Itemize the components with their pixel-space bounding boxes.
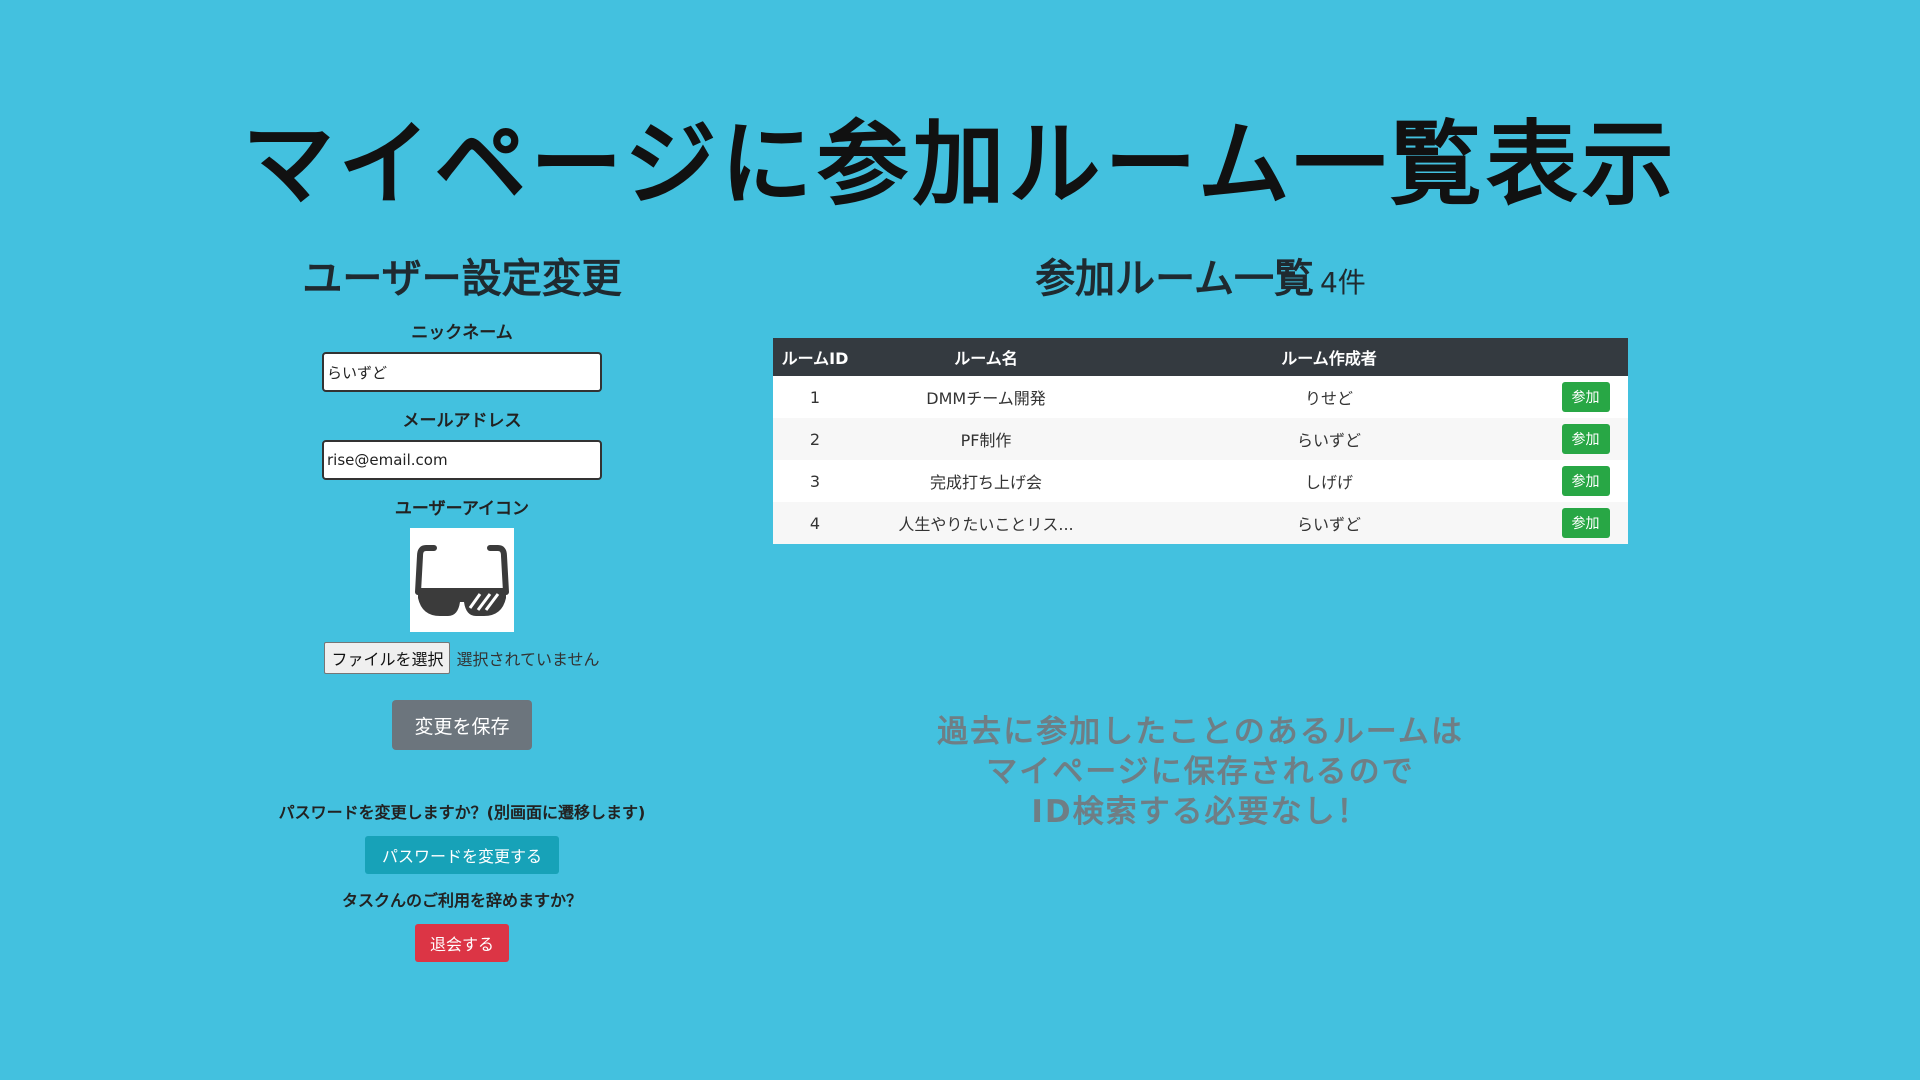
table-row: 4 人生やりたいことリス... らいずど 参加 bbox=[773, 502, 1628, 544]
user-icon-preview bbox=[410, 528, 514, 632]
file-picker: ファイルを選択 選択されていません bbox=[262, 642, 662, 674]
email-label: メールアドレス bbox=[402, 411, 522, 431]
table-row: 1 DMMチーム開発 りせど 参加 bbox=[773, 376, 1628, 418]
quit-question: タスクんのご利用を辞めますか？ bbox=[341, 891, 582, 910]
file-status-text: 選択されていません bbox=[456, 650, 600, 669]
rooms-table-header: ルームID ルーム名 ルーム作成者 bbox=[773, 338, 1628, 376]
join-room-button[interactable]: 参加 bbox=[1561, 466, 1610, 496]
rooms-table: ルームID ルーム名 ルーム作成者 1 DMMチーム開発 りせど 参加 2 PF… bbox=[773, 338, 1628, 544]
room-action-cell: 参加 bbox=[1543, 502, 1628, 544]
joined-rooms-heading: 参加ルーム一覧 4件 bbox=[773, 250, 1628, 312]
column-header-action bbox=[1543, 338, 1628, 376]
column-header-room-name: ルーム名 bbox=[857, 338, 1115, 376]
password-question: パスワードを変更しますか？(別画面に遷移します) bbox=[278, 803, 646, 822]
room-name-cell: 人生やりたいことリス... bbox=[898, 515, 1074, 534]
withdraw-button[interactable]: 退会する bbox=[415, 924, 509, 962]
nickname-label: ニックネーム bbox=[411, 323, 513, 343]
user-icon-label: ユーザーアイコン bbox=[394, 499, 530, 519]
join-room-button[interactable]: 参加 bbox=[1561, 424, 1610, 454]
room-action-cell: 参加 bbox=[1543, 418, 1628, 460]
note-line: ID検索する必要なし！ bbox=[1031, 794, 1370, 830]
room-creator-cell: しげげ bbox=[1304, 473, 1353, 492]
save-changes-button[interactable]: 変更を保存 bbox=[392, 700, 532, 750]
room-name-cell: DMMチーム開発 bbox=[926, 389, 1046, 408]
user-settings-panel: ユーザー設定変更 ニックネーム メールアドレス ユーザーアイコン ファイルを選択… bbox=[262, 250, 662, 962]
room-creator-cell: らいずど bbox=[1296, 515, 1361, 534]
join-room-button[interactable]: 参加 bbox=[1561, 382, 1610, 412]
table-row: 3 完成打ち上げ会 しげげ 参加 bbox=[773, 460, 1628, 502]
feature-note: 過去に参加したことのあるルームは マイページに保存されるので ID検索する必要な… bbox=[773, 712, 1628, 832]
room-id-cell: 1 bbox=[809, 387, 821, 407]
join-room-button[interactable]: 参加 bbox=[1561, 508, 1610, 538]
room-id-cell: 4 bbox=[809, 513, 821, 533]
column-header-room-id: ルームID bbox=[773, 338, 857, 376]
note-line: マイページに保存されるので bbox=[986, 754, 1415, 790]
room-id-cell: 3 bbox=[809, 471, 821, 491]
room-action-cell: 参加 bbox=[1543, 376, 1628, 418]
email-field-group: メールアドレス bbox=[262, 410, 662, 480]
change-password-button[interactable]: パスワードを変更する bbox=[365, 836, 559, 874]
page-title: マイページに参加ルーム一覧表示 bbox=[242, 111, 1678, 218]
nickname-field-group: ニックネーム bbox=[262, 322, 662, 392]
choose-file-button[interactable]: ファイルを選択 bbox=[324, 642, 451, 674]
email-input[interactable] bbox=[322, 440, 602, 480]
joined-rooms-title: 参加ルーム一覧 bbox=[1035, 256, 1314, 302]
room-action-cell: 参加 bbox=[1543, 460, 1628, 502]
column-header-room-creator: ルーム作成者 bbox=[1115, 338, 1543, 376]
room-name-cell: PF制作 bbox=[960, 431, 1012, 450]
joined-rooms-count: 4件 bbox=[1319, 266, 1366, 299]
sunglasses-icon bbox=[415, 545, 509, 616]
joined-rooms-panel: 参加ルーム一覧 4件 ルームID ルーム名 ルーム作成者 1 DMMチーム開発 り… bbox=[773, 250, 1628, 544]
user-settings-heading: ユーザー設定変更 bbox=[302, 256, 622, 302]
room-id-cell: 2 bbox=[809, 429, 821, 449]
table-row: 2 PF制作 らいずど 参加 bbox=[773, 418, 1628, 460]
room-name-cell: 完成打ち上げ会 bbox=[929, 473, 1042, 492]
user-icon-group: ユーザーアイコン ファイルを選択 選択されていません bbox=[262, 498, 662, 674]
room-creator-cell: りせど bbox=[1304, 389, 1353, 408]
nickname-input[interactable] bbox=[322, 352, 602, 392]
room-creator-cell: らいずど bbox=[1296, 431, 1361, 450]
note-line: 過去に参加したことのあるルームは bbox=[937, 714, 1464, 750]
